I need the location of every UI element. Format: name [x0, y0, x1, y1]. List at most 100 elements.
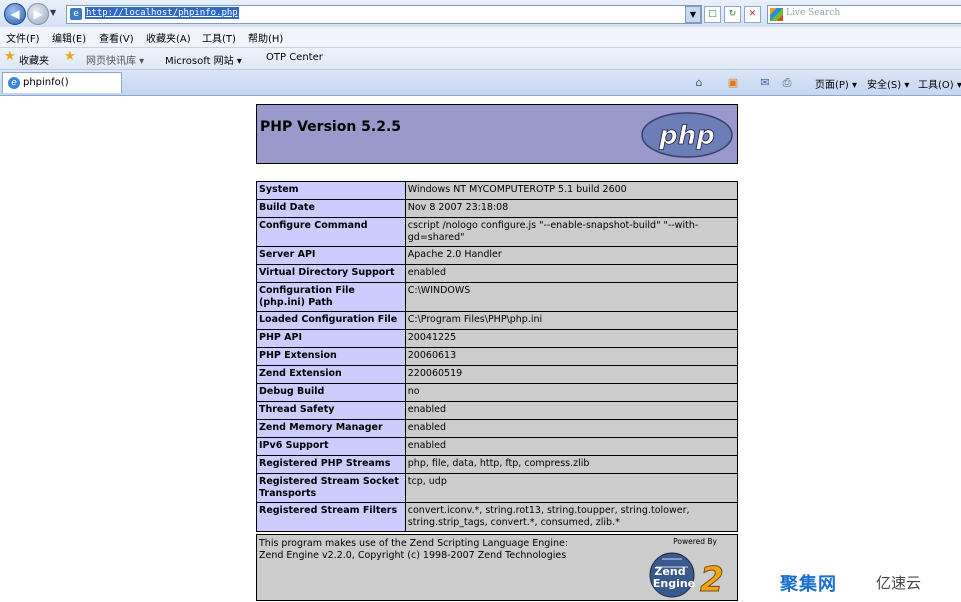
zend-logo-line-2: Engine	[653, 577, 695, 590]
address-dropdown-button[interactable]: ▼	[685, 6, 701, 23]
info-row: System Windows NT MYCOMPUTEROTP 5.1 build…	[256, 181, 739, 200]
safety-menu-button[interactable]: 安全(S) ▾	[867, 76, 909, 91]
print-icon[interactable]: ⎙	[780, 76, 794, 89]
menu-bar: 文件(F) 编辑(E) 查看(V) 收藏夹(A) 工具(T) 帮助(H)	[0, 27, 961, 48]
info-value: enabled	[404, 437, 739, 456]
info-key: Zend Extension	[256, 365, 406, 384]
info-value: 20060613	[404, 347, 739, 366]
info-key: Registered Stream Socket Transports	[256, 473, 406, 503]
info-row: Zend Extension 220060519	[256, 365, 739, 384]
info-row: Configure Command cscript /nologo configu…	[256, 217, 739, 247]
info-key: Configuration File (php.ini) Path	[256, 282, 406, 312]
fav-microsoft-sites[interactable]: Microsoft 网站 ▾	[165, 52, 242, 67]
info-value: Apache 2.0 Handler	[404, 246, 739, 265]
search-input[interactable]: Live Search	[767, 5, 961, 24]
tab-phpinfo[interactable]: e phpinfo()	[2, 72, 122, 93]
home-icon[interactable]: ⌂	[692, 76, 706, 89]
info-value: enabled	[404, 419, 739, 438]
php-version-title: PHP Version 5.2.5	[260, 119, 402, 135]
compatibility-icon[interactable]: □	[704, 6, 721, 23]
footer-line-1: This program makes use of the Zend Scrip…	[259, 538, 569, 549]
browser-chrome: ◀ ▶ ▼ e http://localhost/phpinfo.php ▼ □…	[0, 0, 961, 96]
address-input[interactable]: e http://localhost/phpinfo.php	[66, 5, 702, 24]
read-mail-icon[interactable]: ✉	[758, 76, 772, 89]
page-favicon-icon: e	[70, 8, 82, 20]
fav-web-slice-gallery[interactable]: 网页快讯库 ▾	[86, 52, 144, 67]
ie-page-icon: e	[8, 77, 20, 89]
info-key: Debug Build	[256, 383, 406, 402]
php-logo-icon: php	[641, 112, 733, 158]
info-value: Nov 8 2007 23:18:08	[404, 199, 739, 218]
info-row: Debug Build no	[256, 383, 739, 402]
forward-button[interactable]: ▶	[27, 3, 49, 25]
recent-pages-dropdown-icon[interactable]: ▼	[50, 8, 56, 17]
menu-file[interactable]: 文件(F)	[6, 30, 40, 45]
info-key: Loaded Configuration File	[256, 311, 406, 330]
footer-line-2: Zend Engine v2.2.0, Copyright (c) 1998-2…	[259, 550, 567, 561]
favorites-button[interactable]: 收藏夹	[19, 52, 49, 67]
info-key: PHP API	[256, 329, 406, 348]
info-key: IPv6 Support	[256, 437, 406, 456]
info-row: Registered Stream Socket Transports tcp, …	[256, 473, 739, 503]
info-row: Thread Safety enabled	[256, 401, 739, 420]
zend-footer: This program makes use of the Zend Scrip…	[256, 534, 738, 601]
page-menu-button[interactable]: 页面(P) ▾	[815, 76, 857, 91]
info-value: C:\WINDOWS	[404, 282, 739, 312]
info-row: PHP API 20041225	[256, 329, 739, 348]
info-key: Configure Command	[256, 217, 406, 247]
info-value: enabled	[404, 401, 739, 420]
info-key: Thread Safety	[256, 401, 406, 420]
info-row: Build Date Nov 8 2007 23:18:08	[256, 199, 739, 218]
favorites-bar: ★ 收藏夹 ★ 网页快讯库 ▾ Microsoft 网站 ▾ OTP Cente…	[0, 48, 961, 70]
tab-label: phpinfo()	[23, 77, 69, 88]
info-row: Virtual Directory Support enabled	[256, 264, 739, 283]
info-value: C:\Program Files\PHP\php.ini	[404, 311, 739, 330]
search-placeholder: Live Search	[786, 8, 841, 18]
fav-otp-center[interactable]: OTP Center	[266, 52, 323, 63]
powered-by-label: Powered By	[673, 537, 717, 546]
zend-logo-number: 2	[700, 560, 724, 599]
menu-edit[interactable]: 编辑(E)	[52, 30, 86, 45]
back-button[interactable]: ◀	[4, 3, 26, 25]
stop-icon[interactable]: ✕	[744, 6, 761, 23]
info-key: Build Date	[256, 199, 406, 218]
info-value: no	[404, 383, 739, 402]
info-row: IPv6 Support enabled	[256, 437, 739, 456]
add-favorite-icon[interactable]: ★	[64, 49, 76, 64]
php-logo-text: php	[658, 121, 715, 151]
php-info-table: System Windows NT MYCOMPUTEROTP 5.1 build…	[256, 181, 739, 532]
menu-tools[interactable]: 工具(T)	[202, 30, 236, 45]
info-key: Registered Stream Filters	[256, 502, 406, 532]
menu-view[interactable]: 查看(V)	[99, 30, 134, 45]
live-search-logo-icon	[770, 8, 783, 21]
watermark-sub: 亿速云	[876, 574, 922, 592]
favorites-star-icon: ★	[4, 49, 16, 64]
address-bar-row: ◀ ▶ ▼ e http://localhost/phpinfo.php ▼ □…	[0, 0, 961, 27]
info-row: Loaded Configuration File C:\Program File…	[256, 311, 739, 330]
info-row: Server API Apache 2.0 Handler	[256, 246, 739, 265]
info-key: Zend Memory Manager	[256, 419, 406, 438]
info-value: php, file, data, http, ftp, compress.zli…	[404, 455, 739, 474]
php-header: PHP Version 5.2.5 php	[256, 104, 738, 164]
refresh-icon[interactable]: ↻	[724, 6, 741, 23]
info-row: Registered PHP Streams php, file, data, h…	[256, 455, 739, 474]
info-row: PHP Extension 20060613	[256, 347, 739, 366]
feeds-icon[interactable]: ▣	[726, 76, 740, 89]
info-value: enabled	[404, 264, 739, 283]
tools-menu-button[interactable]: 工具(O) ▾	[918, 76, 961, 91]
menu-help[interactable]: 帮助(H)	[248, 30, 283, 45]
info-row: Registered Stream Filters convert.iconv.*…	[256, 502, 739, 532]
info-key: Virtual Directory Support	[256, 264, 406, 283]
footer-text: This program makes use of the Zend Scrip…	[259, 538, 579, 562]
info-value: 20041225	[404, 329, 739, 348]
menu-favorites[interactable]: 收藏夹(A)	[146, 30, 191, 45]
info-value: cscript /nologo configure.js "--enable-s…	[404, 217, 739, 247]
info-key: System	[256, 181, 406, 200]
tab-bar: e phpinfo() ⌂ ▣ ✉ ⎙ 页面(P) ▾ 安全(S) ▾ 工具(O…	[0, 70, 961, 96]
page-content: PHP Version 5.2.5 php System Windows NT M…	[0, 96, 961, 602]
info-row: Configuration File (php.ini) Path C:\WIND…	[256, 282, 739, 312]
zend-engine-logo-icon: Zend Engine 2	[649, 552, 724, 599]
info-key: PHP Extension	[256, 347, 406, 366]
info-value: Windows NT MYCOMPUTEROTP 5.1 build 2600	[404, 181, 739, 200]
info-value: convert.iconv.*, string.rot13, string.to…	[404, 502, 739, 532]
